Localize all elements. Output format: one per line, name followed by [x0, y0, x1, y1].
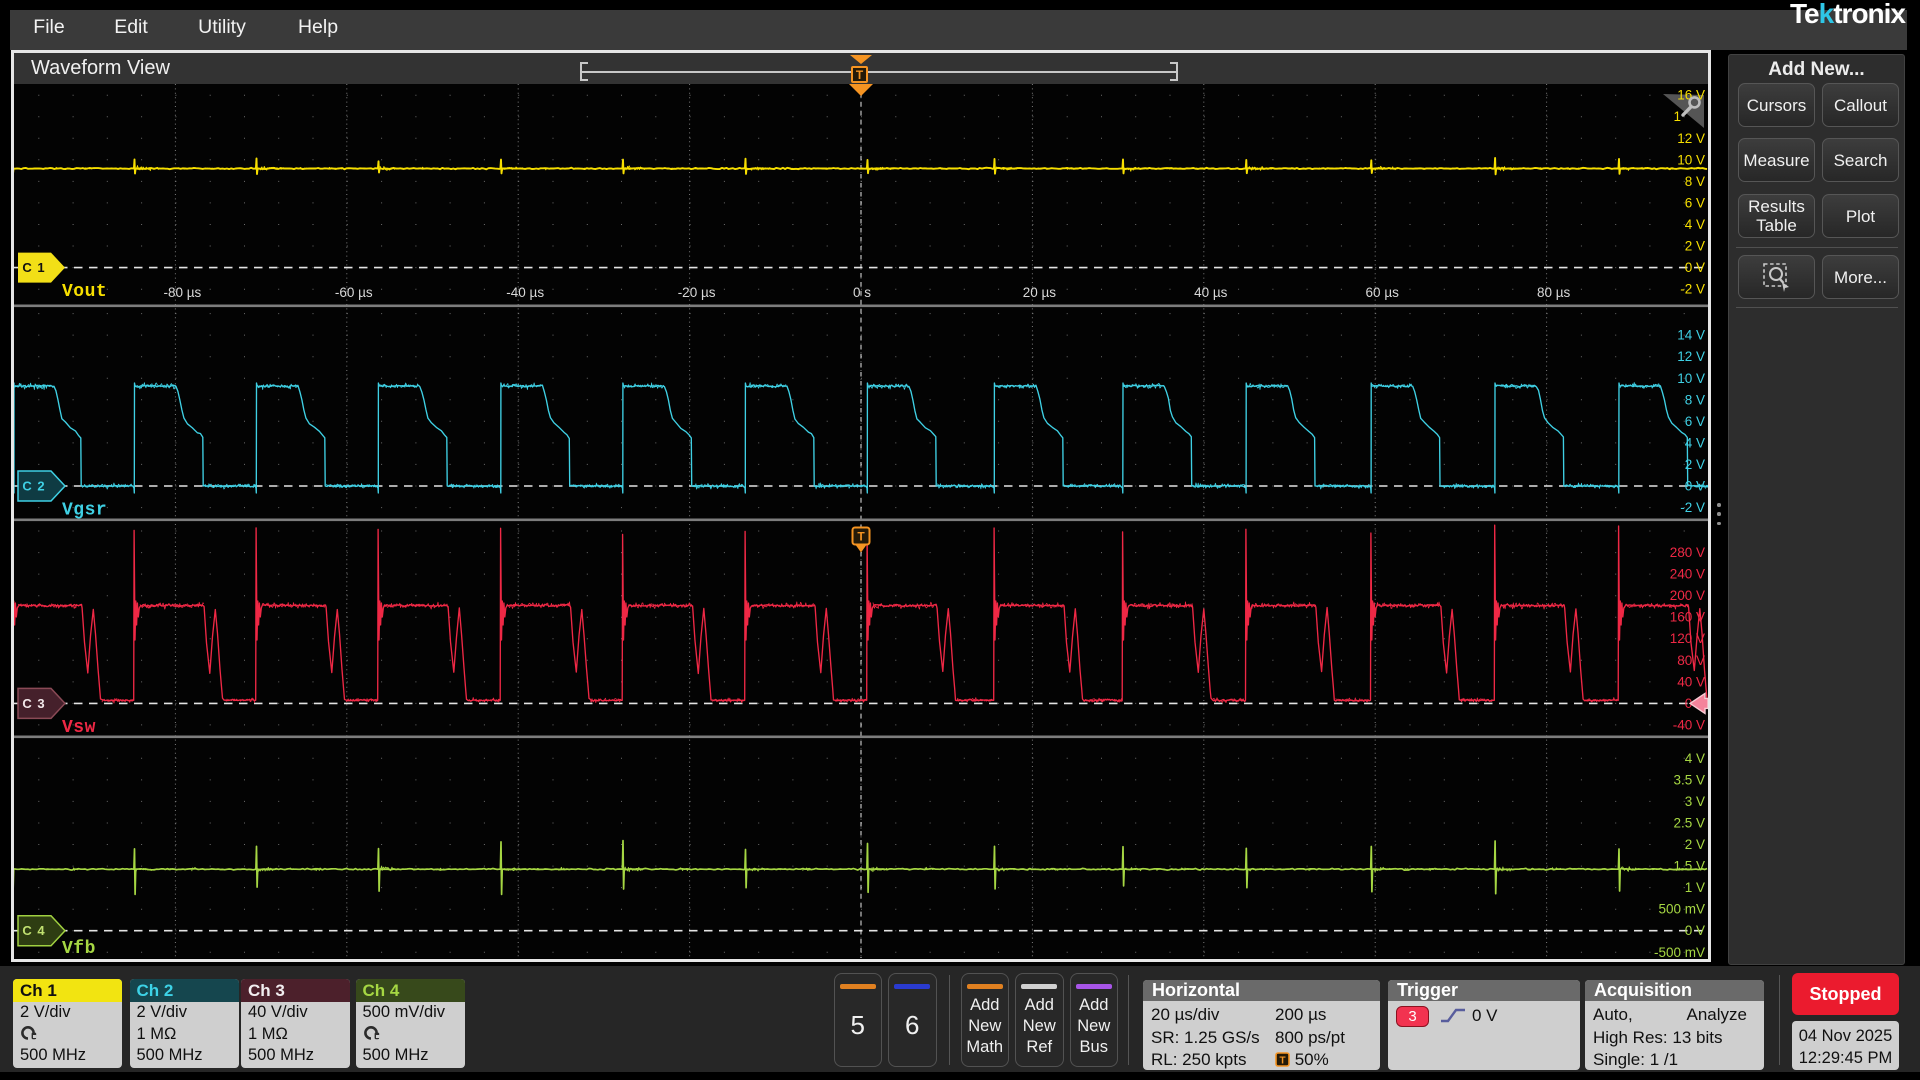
svg-text:2.5 V: 2.5 V	[1673, 816, 1705, 831]
svg-text:160 V: 160 V	[1670, 610, 1705, 625]
svg-text:-80 µs: -80 µs	[164, 285, 202, 300]
svg-text:200 V: 200 V	[1670, 588, 1705, 603]
svg-text:2 V: 2 V	[1685, 457, 1705, 472]
svg-text:4 V: 4 V	[1685, 217, 1705, 232]
svg-text:C 3: C 3	[22, 696, 45, 711]
svg-text:6 V: 6 V	[1685, 414, 1705, 429]
svg-text:0 s: 0 s	[853, 285, 871, 300]
svg-text:500 mV: 500 mV	[1658, 902, 1705, 917]
svg-text:3 V: 3 V	[1685, 794, 1705, 809]
svg-text:240 V: 240 V	[1670, 567, 1705, 582]
svg-text:0 V: 0 V	[1685, 923, 1705, 938]
svg-text:-60 µs: -60 µs	[335, 285, 373, 300]
svg-text:0 V: 0 V	[1685, 479, 1705, 494]
svg-text:40 V: 40 V	[1677, 674, 1705, 689]
svg-text:Vgsr: Vgsr	[62, 501, 107, 521]
svg-text:C 4: C 4	[22, 923, 45, 938]
svg-text:120 V: 120 V	[1670, 631, 1705, 646]
svg-text:-500 mV: -500 mV	[1654, 945, 1705, 958]
svg-text:20 µs: 20 µs	[1023, 285, 1057, 300]
svg-text:0 V: 0 V	[1685, 260, 1705, 275]
svg-text:80 µs: 80 µs	[1537, 285, 1571, 300]
svg-text:-2 V: -2 V	[1680, 282, 1705, 297]
svg-text:8 V: 8 V	[1685, 174, 1705, 189]
svg-text:-40 µs: -40 µs	[506, 285, 544, 300]
svg-text:-20 µs: -20 µs	[678, 285, 716, 300]
svg-text:C 1: C 1	[22, 260, 45, 275]
svg-text:4 V: 4 V	[1685, 435, 1705, 450]
svg-text:C 2: C 2	[22, 479, 45, 494]
svg-text:1: 1	[1673, 109, 1681, 124]
svg-text:12 V: 12 V	[1677, 131, 1705, 146]
svg-text:3.5 V: 3.5 V	[1673, 772, 1705, 787]
svg-text:-40 V: -40 V	[1673, 717, 1705, 732]
svg-text:6 V: 6 V	[1685, 195, 1705, 210]
svg-text:2 V: 2 V	[1685, 837, 1705, 852]
svg-text:40 µs: 40 µs	[1194, 285, 1228, 300]
svg-text:4 V: 4 V	[1685, 751, 1705, 766]
svg-text:2 V: 2 V	[1685, 239, 1705, 254]
svg-text:T: T	[1279, 1055, 1285, 1066]
svg-text:Vfb: Vfb	[62, 939, 96, 958]
svg-text:12 V: 12 V	[1677, 349, 1705, 364]
svg-text:-2 V: -2 V	[1680, 500, 1705, 515]
svg-text:60 µs: 60 µs	[1366, 285, 1400, 300]
svg-text:14 V: 14 V	[1677, 328, 1705, 343]
svg-text:280 V: 280 V	[1670, 545, 1705, 560]
svg-text:8 V: 8 V	[1685, 392, 1705, 407]
svg-text:10 V: 10 V	[1677, 371, 1705, 386]
svg-text:80 V: 80 V	[1677, 653, 1705, 668]
svg-text:Vsw: Vsw	[62, 718, 96, 738]
svg-text:Vout: Vout	[62, 282, 107, 302]
svg-text:T: T	[857, 530, 865, 544]
svg-text:1 V: 1 V	[1685, 880, 1705, 895]
svg-text:1.5 V: 1.5 V	[1673, 859, 1705, 874]
svg-text:10 V: 10 V	[1677, 152, 1705, 167]
